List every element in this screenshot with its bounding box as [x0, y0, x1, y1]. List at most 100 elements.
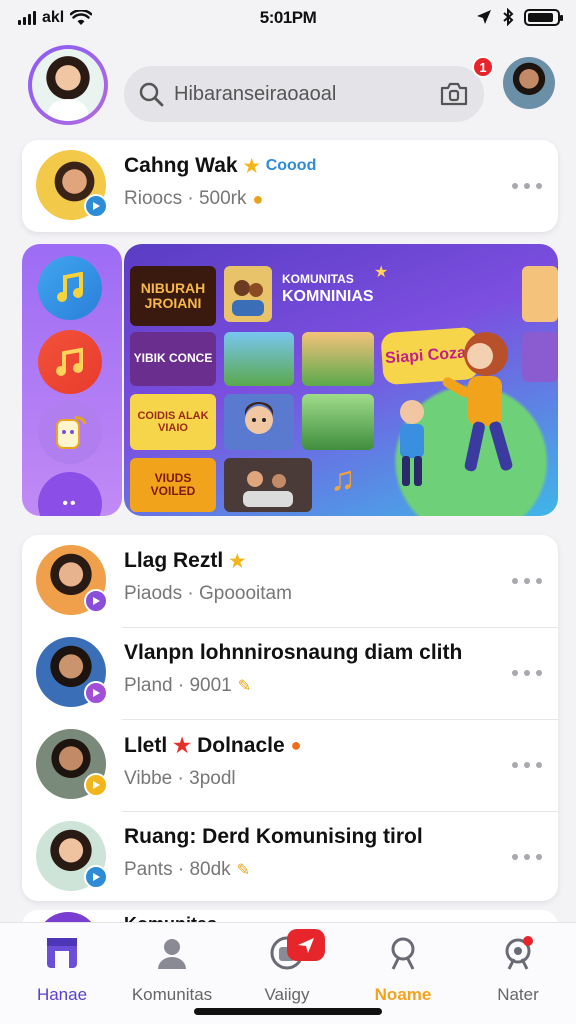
play-badge-icon	[84, 773, 108, 797]
search-bar[interactable]: Hibaranseiraoaoal	[124, 66, 484, 122]
banner-tile-photo[interactable]	[224, 458, 312, 512]
channel-subtitle: Pland · 9001	[124, 675, 232, 696]
channel-text: Llag Reztl ★ Piaods · Gpoooitam	[124, 549, 498, 605]
emoji-icon: ●	[290, 735, 302, 755]
nav-profile[interactable]: Nater	[468, 933, 568, 1004]
people-photo-icon	[243, 471, 293, 507]
top-channel-title: Cahng Wak	[124, 154, 238, 177]
channel-title-line: Llag Reztl ★	[124, 549, 498, 573]
community-icon	[152, 933, 192, 973]
channel-subtitle: Vibbe · 3podl	[124, 768, 236, 789]
banner-tile-face[interactable]	[224, 394, 294, 450]
channel-subtitle: Pants · 80dk	[124, 859, 231, 880]
music-app-button[interactable]	[38, 256, 102, 320]
nav-search-label: Noame	[374, 985, 432, 1004]
banner-tile-scene-1[interactable]	[224, 332, 294, 386]
character-face-icon	[245, 402, 273, 434]
play-badge-icon	[84, 194, 108, 218]
battery-icon	[524, 8, 563, 26]
top-channel-title-line: Cahng Wak ★ Coood	[124, 154, 498, 178]
profile-photo	[32, 49, 104, 121]
channel-title-suffix: Dolnacle	[197, 733, 285, 757]
music-notes-icon	[56, 347, 83, 376]
notification-badge[interactable]: 1	[472, 56, 494, 78]
play-badge-icon	[84, 589, 108, 613]
status-right	[476, 8, 563, 26]
nav-home[interactable]: Hanae	[12, 933, 112, 1004]
chat-bubble-icon	[56, 416, 87, 449]
channel-avatar	[36, 150, 108, 220]
banner-tile-portrait[interactable]	[224, 266, 272, 322]
banner-tile-2[interactable]: YIBIK CONCE	[130, 332, 216, 386]
channel-subtitle-line: Piaods · Gpoooitam	[124, 583, 498, 605]
nav-community[interactable]: Komunitas	[122, 933, 222, 1004]
location-icon	[477, 10, 491, 24]
star-icon: ★	[243, 155, 260, 176]
channel-row[interactable]: Llag Reztl ★ Piaods · Gpoooitam	[22, 535, 558, 627]
more-apps-button[interactable]: ••	[38, 472, 102, 516]
banner-tile-edge-2[interactable]	[522, 332, 558, 382]
music-note-icon	[57, 272, 83, 302]
star-decoration-icon: ★	[374, 264, 389, 281]
channel-title: Vlanpn lohnnirosnaung diam clith	[124, 641, 463, 664]
profile-nav-icon	[498, 933, 538, 973]
channel-title-line: Ruang: Derd Komunising tirol	[124, 825, 498, 849]
star-icon: ★	[229, 550, 246, 571]
nav-search[interactable]: Noame	[353, 933, 453, 1004]
play-badge-icon	[84, 681, 108, 705]
channel-row[interactable]: Ruang: Derd Komunising tirol Pants · 80dk…	[22, 811, 558, 903]
more-options-button[interactable]	[512, 575, 542, 587]
banner-tile-scene-3[interactable]	[302, 394, 374, 450]
channel-title: Ruang: Derd Komunising tirol	[124, 825, 423, 848]
more-options-button[interactable]	[512, 759, 542, 771]
channel-avatar	[36, 545, 108, 615]
search-input[interactable]: Hibaranseiraoaoal	[174, 83, 438, 106]
channel-avatar	[36, 821, 108, 891]
channel-title: Lletl	[124, 733, 168, 757]
play-badge-icon	[84, 865, 108, 889]
playlist-button[interactable]	[38, 330, 102, 394]
banner-tile-1[interactable]: NIBURAH JROIANI	[130, 266, 216, 326]
profile-avatar[interactable]	[28, 45, 108, 125]
status-bar: akl 5:01PM	[0, 0, 576, 36]
side-rail: ••	[22, 244, 122, 516]
emoji-icon: ●	[252, 188, 264, 209]
channel-row[interactable]: Lletl ★ Dolnacle ● Vibbe · 3podl	[22, 719, 558, 811]
camera-icon	[440, 82, 468, 106]
emoji-icon: ✎	[237, 678, 252, 695]
camera-button[interactable]	[438, 78, 470, 110]
banner-tile-4[interactable]: VIUDS VOILED	[130, 458, 216, 512]
nav-video[interactable]: Vaiigy	[237, 929, 337, 1004]
channel-text: Ruang: Derd Komunising tirol Pants · 80dk…	[124, 825, 498, 881]
home-indicator	[194, 1008, 382, 1015]
channel-title: Llag Reztl	[124, 549, 224, 572]
chat-button[interactable]	[38, 400, 102, 464]
nav-video-label: Vaiigy	[264, 985, 310, 1004]
emoji-icon: ✎	[236, 862, 251, 879]
user-avatar[interactable]	[503, 57, 555, 109]
nav-home-label: Hanae	[36, 985, 88, 1004]
banner-title-small: KOMUNITAS	[282, 272, 354, 286]
channel-title-line: Vlanpn lohnnirosnaung diam clith	[124, 641, 498, 665]
nav-profile-label: Nater	[497, 985, 539, 1004]
top-channel-subtitle: Rioocs · 500rk	[124, 188, 247, 209]
top-channel-subtitle-line: Rioocs · 500rk ●	[124, 188, 498, 210]
banner-tile-scene-2[interactable]	[302, 332, 374, 386]
portrait-icon	[232, 280, 264, 316]
more-options-button[interactable]	[512, 851, 542, 863]
bluetooth-icon	[503, 8, 514, 26]
search-icon	[139, 82, 164, 107]
channel-row[interactable]: Vlanpn lohnnirosnaung diam clith Pland · …	[22, 627, 558, 719]
more-options-button[interactable]	[512, 667, 542, 679]
channel-subtitle: Piaods · Gpoooitam	[124, 583, 292, 604]
banner-tile-edge-1[interactable]	[522, 266, 558, 322]
featured-banner[interactable]: NIBURAH JROIANI KOMUNITAS KOMNINIAS YIBI…	[124, 244, 558, 516]
channel-text: Lletl ★ Dolnacle ● Vibbe · 3podl	[124, 733, 498, 790]
more-options-button[interactable]	[512, 180, 542, 192]
channel-subtitle-line: Vibbe · 3podl	[124, 768, 498, 790]
top-channel-card[interactable]: Cahng Wak ★ Coood Rioocs · 500rk ●	[22, 140, 558, 232]
top-channel-row[interactable]: Cahng Wak ★ Coood Rioocs · 500rk ●	[22, 140, 558, 232]
search-person-icon	[383, 933, 423, 973]
banner-tile-3[interactable]: COIDIS ALAK VIAIO	[130, 394, 216, 450]
channel-subtitle-line: Pants · 80dk ✎	[124, 859, 498, 881]
